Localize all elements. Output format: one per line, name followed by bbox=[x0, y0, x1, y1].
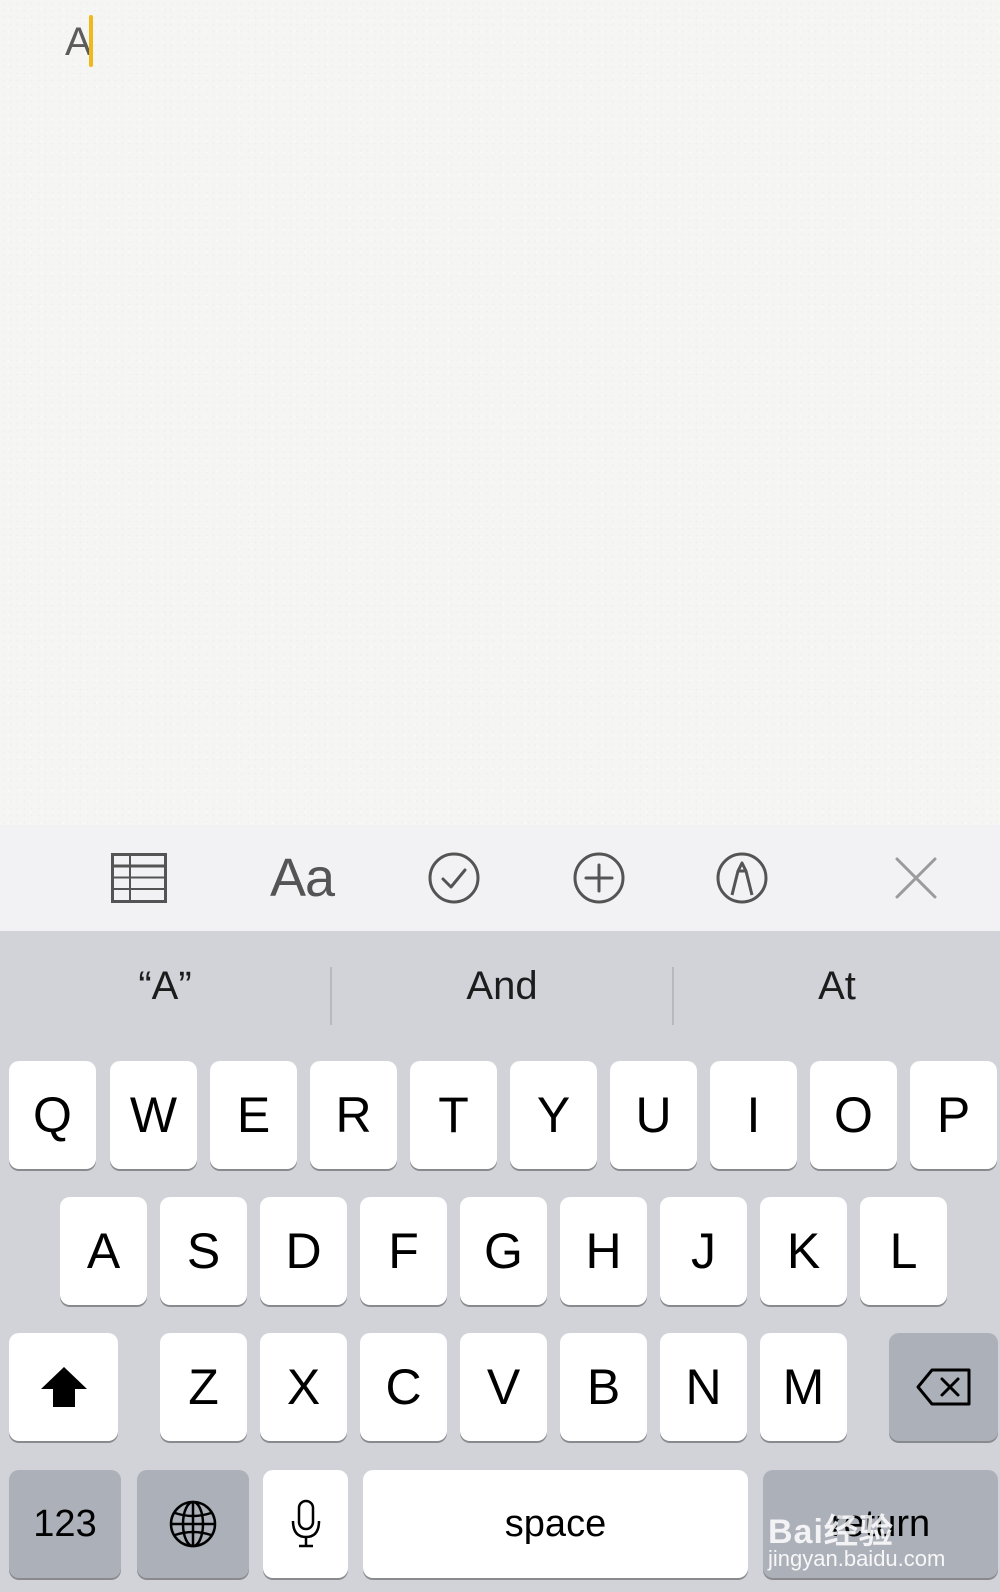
format-button[interactable]: Aa bbox=[262, 845, 342, 911]
key-p[interactable]: P bbox=[910, 1061, 997, 1169]
delete-key[interactable] bbox=[889, 1333, 998, 1441]
space-key[interactable]: space bbox=[363, 1470, 748, 1578]
key-z[interactable]: Z bbox=[160, 1333, 247, 1441]
numbers-key[interactable]: 123 bbox=[9, 1470, 121, 1578]
key-n[interactable]: N bbox=[660, 1333, 747, 1441]
suggestion-item[interactable]: And bbox=[332, 931, 672, 1041]
key-q[interactable]: Q bbox=[9, 1061, 96, 1169]
table-icon bbox=[111, 853, 167, 903]
suggestion-item[interactable]: “A” bbox=[0, 931, 330, 1041]
shift-icon bbox=[40, 1367, 87, 1407]
key-a[interactable]: A bbox=[60, 1197, 147, 1305]
format-icon: Aa bbox=[269, 848, 335, 908]
return-key[interactable]: return bbox=[763, 1470, 998, 1578]
key-c[interactable]: C bbox=[360, 1333, 447, 1441]
key-b[interactable]: B bbox=[560, 1333, 647, 1441]
key-y[interactable]: Y bbox=[510, 1061, 597, 1169]
add-icon bbox=[573, 852, 625, 904]
note-text[interactable]: A bbox=[65, 18, 92, 66]
note-editor[interactable]: A bbox=[0, 0, 1000, 825]
key-m[interactable]: M bbox=[760, 1333, 847, 1441]
markup-icon bbox=[716, 852, 768, 904]
suggestion-item[interactable]: At bbox=[674, 931, 1000, 1041]
key-d[interactable]: D bbox=[260, 1197, 347, 1305]
key-h[interactable]: H bbox=[560, 1197, 647, 1305]
close-icon bbox=[895, 857, 937, 899]
predictive-text-bar: “A” And At bbox=[0, 931, 1000, 1041]
key-v[interactable]: V bbox=[460, 1333, 547, 1441]
key-j[interactable]: J bbox=[660, 1197, 747, 1305]
checklist-button[interactable] bbox=[426, 845, 482, 911]
notes-toolbar: Aa bbox=[0, 825, 1000, 931]
key-e[interactable]: E bbox=[210, 1061, 297, 1169]
key-s[interactable]: S bbox=[160, 1197, 247, 1305]
add-button[interactable] bbox=[571, 845, 627, 911]
key-k[interactable]: K bbox=[760, 1197, 847, 1305]
key-x[interactable]: X bbox=[260, 1333, 347, 1441]
close-toolbar-button[interactable] bbox=[892, 845, 940, 911]
key-g[interactable]: G bbox=[460, 1197, 547, 1305]
key-t[interactable]: T bbox=[410, 1061, 497, 1169]
key-f[interactable]: F bbox=[360, 1197, 447, 1305]
markup-button[interactable] bbox=[714, 845, 770, 911]
key-o[interactable]: O bbox=[810, 1061, 897, 1169]
checklist-icon bbox=[428, 852, 480, 904]
delete-icon bbox=[916, 1368, 970, 1406]
key-i[interactable]: I bbox=[710, 1061, 797, 1169]
globe-icon bbox=[169, 1500, 217, 1548]
dictation-key[interactable] bbox=[263, 1470, 348, 1578]
key-w[interactable]: W bbox=[110, 1061, 197, 1169]
text-caret bbox=[89, 15, 93, 67]
table-button[interactable] bbox=[108, 845, 170, 911]
microphone-icon bbox=[291, 1499, 320, 1548]
globe-key[interactable] bbox=[137, 1470, 249, 1578]
shift-key[interactable] bbox=[9, 1333, 118, 1441]
key-r[interactable]: R bbox=[310, 1061, 397, 1169]
key-u[interactable]: U bbox=[610, 1061, 697, 1169]
key-l[interactable]: L bbox=[860, 1197, 947, 1305]
